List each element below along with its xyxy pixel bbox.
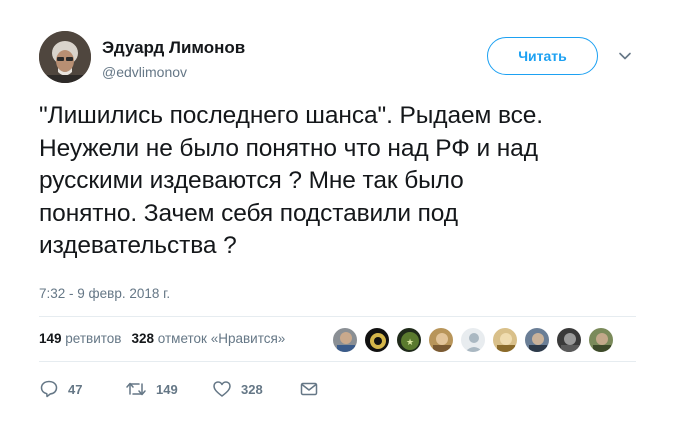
like-icon — [213, 381, 231, 397]
tweet-text: "Лишились последнего шанса". Рыдаем все.… — [39, 102, 543, 259]
retweet-count: 149 — [156, 381, 178, 397]
retweets-stat[interactable]: 149 ретвитов — [39, 331, 121, 346]
author-handle[interactable]: @edvlimonov — [102, 64, 187, 80]
tweet-timestamp[interactable]: 7:32 - 9 февр. 2018 г. — [39, 286, 170, 301]
message-icon — [300, 382, 318, 396]
tweet-stats: 149 ретвитов 328 отметок «Нравится» — [39, 331, 285, 346]
liker-avatar[interactable] — [364, 327, 390, 353]
divider — [39, 361, 636, 362]
reply-icon — [40, 380, 58, 398]
retweets-count: 149 — [39, 331, 62, 346]
divider — [39, 316, 636, 317]
svg-text:★: ★ — [406, 338, 414, 348]
retweet-icon — [126, 382, 146, 396]
reply-button[interactable]: 47 — [39, 378, 82, 400]
liker-avatar[interactable] — [428, 327, 454, 353]
liker-avatar[interactable] — [460, 327, 486, 353]
follow-button[interactable]: Читать — [487, 37, 598, 75]
direct-message-button[interactable] — [299, 378, 319, 400]
liker-avatar[interactable] — [524, 327, 550, 353]
retweets-label: ретвитов — [65, 331, 122, 346]
liker-avatar[interactable] — [332, 327, 358, 353]
like-count: 328 — [241, 381, 263, 397]
likes-stat[interactable]: 328 отметок «Нравится» — [131, 331, 285, 346]
liker-avatar[interactable] — [492, 327, 518, 353]
liker-avatar[interactable]: ★ — [396, 327, 422, 353]
chevron-down-icon[interactable] — [617, 48, 633, 64]
avatar[interactable] — [39, 31, 91, 83]
retweet-button[interactable]: 149 — [125, 378, 178, 400]
likes-label: отметок «Нравится» — [157, 331, 286, 346]
likes-count: 328 — [131, 331, 155, 346]
liker-avatar[interactable] — [588, 327, 614, 353]
reply-count: 47 — [68, 381, 83, 397]
like-button[interactable]: 328 — [212, 378, 263, 400]
author-name[interactable]: Эдуард Лимонов — [102, 38, 245, 58]
liker-avatar[interactable] — [556, 327, 582, 353]
